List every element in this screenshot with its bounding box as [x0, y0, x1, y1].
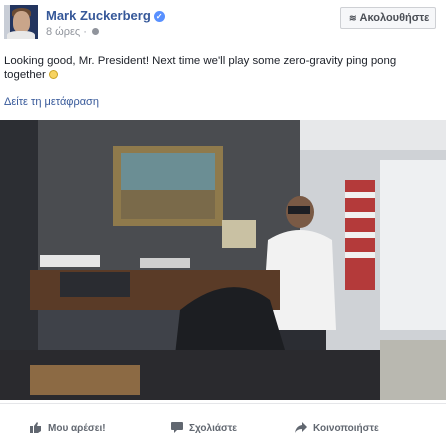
rss-icon: ≋: [349, 13, 357, 23]
follow-label: Ακολουθήστε: [359, 12, 430, 24]
like-button[interactable]: Μου αρέσει!: [30, 422, 106, 434]
post-text: Looking good, Mr. President! Next time w…: [4, 54, 434, 82]
post-text-content: Looking good, Mr. President! Next time w…: [4, 55, 397, 81]
share-button[interactable]: Κοινοποιήστε: [295, 422, 379, 434]
see-translation-link[interactable]: Δείτε τη μετάφραση: [4, 96, 99, 108]
share-icon: [295, 422, 307, 433]
post-card: Mark Zuckerberg ✓ 8 ώρες · ≋ Ακολουθήστε L…: [0, 0, 446, 446]
verified-icon: ✓: [153, 11, 165, 22]
post-meta: 8 ώρες ·: [46, 26, 100, 38]
like-icon: [30, 422, 42, 433]
like-label: Μου αρέσει!: [48, 423, 106, 434]
author-name[interactable]: Mark Zuckerberg: [46, 8, 151, 23]
actions-divider: [0, 403, 446, 404]
follow-button[interactable]: ≋ Ακολουθήστε: [340, 7, 436, 29]
post-time[interactable]: 8 ώρες: [46, 26, 80, 38]
globe-icon: [92, 28, 100, 35]
share-label: Κοινοποιήστε: [313, 423, 379, 434]
comment-icon: [171, 422, 183, 433]
author-avatar[interactable]: [4, 5, 38, 39]
post-photo-illustration: [0, 120, 446, 400]
author-name-row: Mark Zuckerberg ✓: [46, 8, 165, 23]
comment-label: Σχολιάστε: [189, 423, 238, 434]
post-photo[interactable]: [0, 120, 446, 400]
comment-button[interactable]: Σχολιάστε: [171, 422, 237, 434]
smiley-icon: [48, 70, 58, 79]
